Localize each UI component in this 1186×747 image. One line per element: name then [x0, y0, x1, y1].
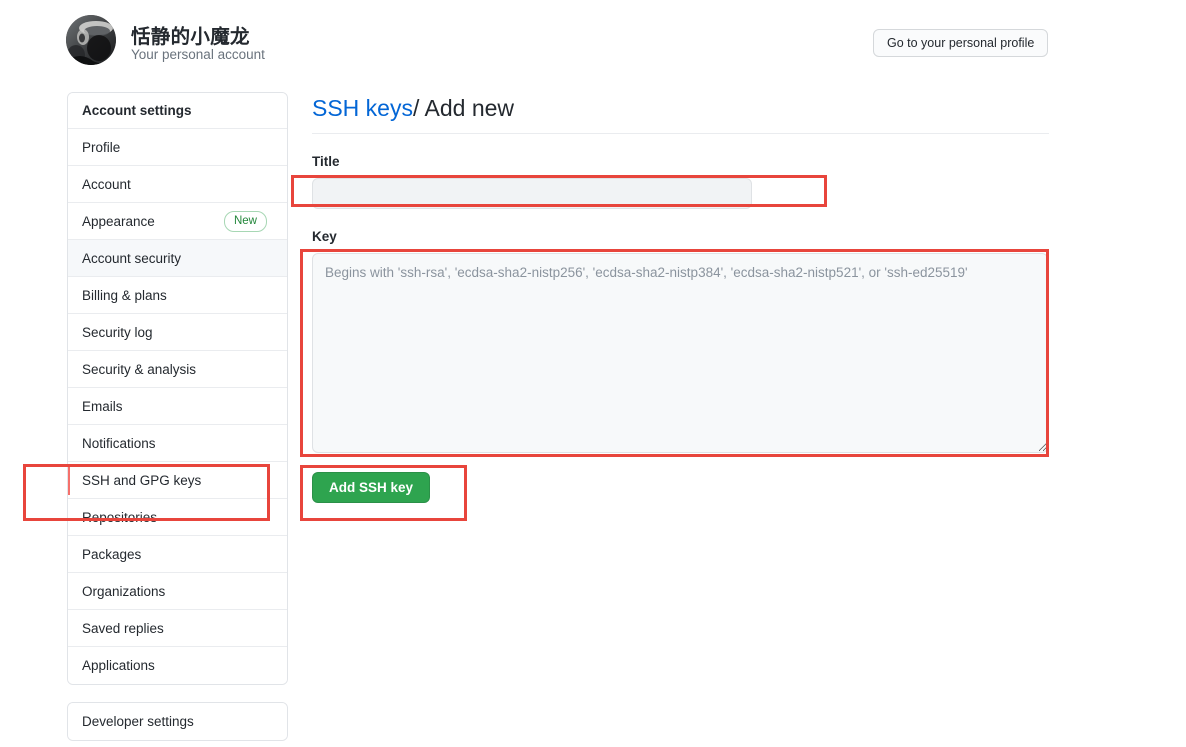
breadcrumb-ssh-keys-link[interactable]: SSH keys [312, 95, 413, 121]
sidebar-item-developer-settings[interactable]: Developer settings [68, 703, 287, 740]
account-settings-nav-card: Account settings Profile Account Appeara… [67, 92, 288, 685]
go-to-personal-profile-button[interactable]: Go to your personal profile [873, 29, 1049, 57]
sidebar-item-billing-and-plans[interactable]: Billing & plans [68, 277, 287, 314]
sidebar-item-label: Appearance [82, 213, 155, 229]
new-badge: New [223, 210, 267, 232]
sidebar-item-profile[interactable]: Profile [68, 129, 287, 166]
sidebar-item-label: Notifications [82, 435, 156, 451]
sidebar-item-label: Security log [82, 324, 153, 340]
sidebar-item-label: Billing & plans [82, 287, 167, 303]
sidebar-item-account[interactable]: Account [68, 166, 287, 203]
sidebar-item-label: Security & analysis [82, 361, 197, 377]
sidebar-item-label: SSH and GPG keys [82, 472, 202, 488]
avatar [66, 15, 116, 65]
sidebar-item-label: Profile [82, 139, 121, 155]
account-name: 恬静的小魔龙 [131, 26, 250, 48]
sidebar-item-ssh-and-gpg-keys[interactable]: SSH and GPG keys [68, 462, 287, 499]
sidebar-item-label: Emails [82, 398, 123, 414]
sidebar-card-header-label: Account settings [82, 103, 192, 118]
account-subtitle: Your personal account [131, 47, 265, 62]
sidebar-item-appearance[interactable]: Appearance New [68, 203, 287, 240]
sidebar-item-organizations[interactable]: Organizations [68, 573, 287, 610]
sidebar-item-security-and-analysis[interactable]: Security & analysis [68, 351, 287, 388]
sidebar-item-account-security[interactable]: Account security [68, 240, 287, 277]
sidebar-item-packages[interactable]: Packages [68, 536, 287, 573]
sidebar-item-label: Packages [82, 546, 142, 562]
sidebar-item-label: Saved replies [82, 620, 164, 636]
breadcrumb-current: Add new [424, 95, 515, 121]
sidebar-item-label: Applications [82, 658, 155, 673]
account-header: 恬静的小魔龙 Your personal account Go to your … [0, 0, 1186, 85]
key-textarea[interactable] [312, 253, 1048, 453]
settings-sidebar: Account settings Profile Account Appeara… [67, 92, 288, 741]
breadcrumb-separator: / [412, 95, 420, 121]
developer-settings-nav-card: Developer settings [67, 702, 288, 741]
sidebar-card-header: Account settings [68, 93, 287, 129]
sidebar-item-label: Repositories [82, 509, 158, 525]
page-title: SSH keys/ Add new [312, 92, 1049, 134]
sidebar-item-emails[interactable]: Emails [68, 388, 287, 425]
main-content: SSH keys/ Add new Title Key Add SSH key [312, 92, 1049, 503]
add-ssh-key-button[interactable]: Add SSH key [312, 472, 431, 503]
sidebar-item-label: Developer settings [82, 714, 194, 729]
sidebar-item-label: Account security [82, 250, 182, 266]
sidebar-item-label: Account [82, 176, 131, 192]
sidebar-item-security-log[interactable]: Security log [68, 314, 287, 351]
sidebar-item-label: Organizations [82, 583, 166, 599]
sidebar-item-repositories[interactable]: Repositories [68, 499, 287, 536]
title-field-label: Title [312, 154, 340, 169]
sidebar-item-saved-replies[interactable]: Saved replies [68, 610, 287, 647]
sidebar-item-notifications[interactable]: Notifications [68, 425, 287, 462]
key-field-label: Key [312, 229, 337, 244]
title-input[interactable] [312, 178, 752, 209]
sidebar-item-applications[interactable]: Applications [68, 647, 287, 684]
